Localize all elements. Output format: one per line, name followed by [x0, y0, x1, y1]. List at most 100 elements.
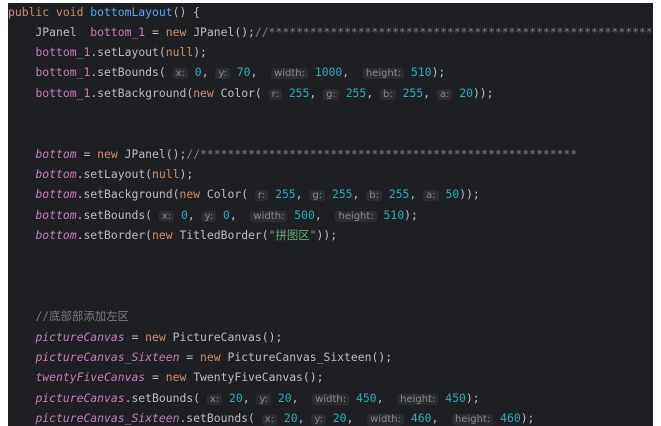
code-line[interactable]: twentyFiveCanvas = new TwentyFiveCanvas(…	[8, 368, 653, 387]
code-text: .setBackground(	[76, 187, 180, 201]
parameter-hint: y:	[201, 211, 217, 222]
code-text: ,	[229, 208, 251, 222]
code-text: ,	[366, 86, 380, 100]
code-text: );	[431, 65, 446, 79]
code-text: ));	[316, 228, 338, 242]
code-text: ,	[423, 86, 437, 100]
parameter-hint: height:	[335, 211, 377, 222]
code-line[interactable]: bottom_1.setBounds( x: 0, y: 70, width: …	[8, 63, 653, 82]
code-text: ,	[352, 187, 367, 201]
code-text: .setBackground(	[90, 86, 194, 100]
code-line[interactable]	[8, 287, 653, 306]
code-text: ,	[376, 391, 398, 405]
code-line[interactable]: bottom_1.setBackground(new Color( r: 255…	[8, 84, 653, 103]
code-line[interactable]: pictureCanvas_Sixteen = new PictureCanva…	[8, 348, 653, 367]
field-token: bottom_1	[35, 65, 91, 79]
field-token: pictureCanvas_Sixteen	[35, 411, 180, 425]
number-literal: 70	[236, 65, 251, 79]
comment-token: //**************************************…	[254, 25, 653, 39]
code-line[interactable]	[8, 246, 653, 265]
keyword-token: new	[165, 25, 194, 39]
code-text: ));	[472, 86, 494, 100]
code-line[interactable]: bottom.setBorder(new TitledBorder("拼图区")…	[8, 226, 653, 245]
code-text: ,	[187, 208, 202, 222]
field-token: twentyFiveCanvas	[35, 370, 146, 384]
code-line[interactable]: bottom.setLayout(null);	[8, 165, 653, 184]
code-text: );	[404, 208, 418, 222]
number-literal: 1000	[314, 65, 343, 79]
field-token: bottom_1	[35, 86, 91, 100]
number-literal: 500	[294, 208, 315, 222]
code-text: =	[145, 370, 166, 384]
code-text: ,	[295, 187, 310, 201]
code-line[interactable]: bottom = new JPanel();//****************…	[8, 145, 653, 164]
field-token: bottom_1	[90, 25, 146, 39]
code-line[interactable]: pictureCanvas = new PictureCanvas();	[8, 328, 653, 347]
code-line[interactable]	[8, 104, 653, 123]
number-literal: 20	[332, 411, 347, 425]
number-literal: 255	[275, 187, 296, 201]
field-token: pictureCanvas	[35, 330, 125, 344]
code-line[interactable]: bottom.setBackground(new Color( r: 255, …	[8, 185, 653, 204]
parameter-hint: g:	[309, 190, 326, 201]
field-token: pictureCanvas	[35, 391, 125, 405]
code-line[interactable]: JPanel bottom_1 = new JPanel();//*******…	[8, 23, 653, 42]
string-literal: "拼图区"	[268, 228, 317, 242]
code-text: .setBorder(	[76, 228, 153, 242]
keyword-token: public void	[8, 5, 91, 19]
code-text: ));	[459, 187, 480, 201]
parameter-hint: y:	[215, 68, 230, 79]
method-name-token: bottomLayout	[90, 5, 173, 19]
code-editor[interactable]: public void bottomLayout() { JPanel bott…	[8, 3, 653, 426]
parameter-hint: x:	[206, 394, 223, 405]
number-literal: 460	[410, 411, 432, 425]
code-line[interactable]: pictureCanvas_Sixteen.setBounds( x: 20, …	[8, 409, 653, 426]
number-literal: 450	[445, 391, 466, 405]
code-text: () {	[172, 5, 201, 19]
code-line[interactable]	[8, 267, 653, 286]
field-token: pictureCanvas_Sixteen	[35, 350, 180, 364]
parameter-hint: x:	[172, 68, 188, 79]
code-text: .setBounds(	[179, 411, 262, 425]
number-literal: 510	[383, 208, 405, 222]
code-line[interactable]: bottom.setBounds( x: 0, y: 0, width: 500…	[8, 206, 653, 225]
code-text: PictureCanvas_Sixteen();	[227, 350, 393, 364]
code-line[interactable]: //底部部添加左区	[8, 307, 653, 326]
number-literal: 460	[500, 411, 521, 425]
code-text: ,	[250, 65, 272, 79]
code-text: ,	[297, 411, 312, 425]
code-line[interactable]	[8, 124, 653, 143]
code-line[interactable]: pictureCanvas.setBounds( x: 20, y: 20, w…	[8, 389, 653, 408]
parameter-hint: r:	[268, 89, 282, 100]
code-text: TitledBorder(	[179, 228, 269, 242]
parameter-hint: width:	[250, 211, 288, 222]
code-line[interactable]: public void bottomLayout() {	[8, 3, 653, 22]
parameter-hint: a:	[423, 190, 439, 201]
code-text: JPanel	[8, 25, 91, 39]
keyword-token: new	[200, 350, 228, 364]
parameter-hint: r:	[254, 190, 269, 201]
number-literal: 0	[181, 208, 188, 222]
keyword-token: new	[152, 228, 180, 242]
code-text: JPanel();	[124, 147, 187, 161]
code-text: ,	[314, 208, 336, 222]
field-token: bottom	[35, 208, 77, 222]
code-text: ,	[342, 65, 363, 79]
code-text: ,	[409, 187, 424, 201]
number-literal: 255	[345, 86, 367, 100]
code-line[interactable]: bottom_1.setLayout(null);	[8, 43, 653, 62]
keyword-token: new	[165, 370, 194, 384]
